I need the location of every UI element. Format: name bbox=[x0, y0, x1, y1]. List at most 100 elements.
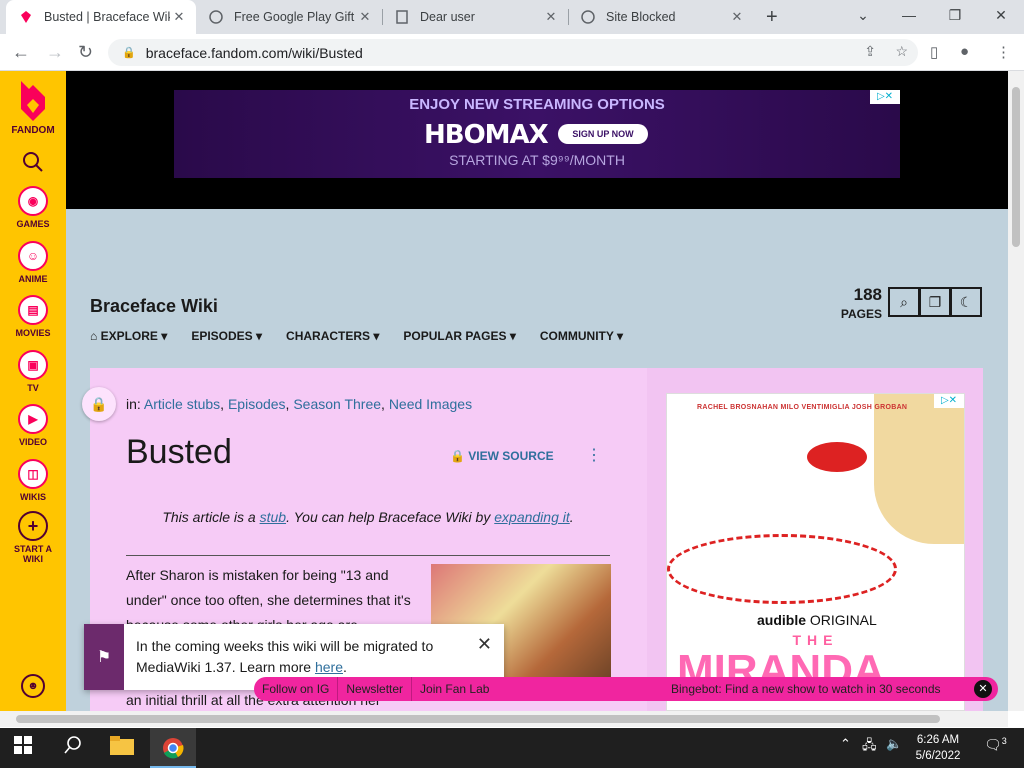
sidebar-item-label: VIDEO bbox=[18, 437, 47, 447]
category-link[interactable]: Season Three bbox=[293, 396, 381, 412]
expand-link[interactable]: expanding it bbox=[494, 509, 570, 525]
globe-icon bbox=[580, 9, 596, 25]
category-link[interactable]: Article stubs bbox=[144, 396, 220, 412]
browser-tab-bar: Busted | Braceface Wiki | F ✕ Free Googl… bbox=[0, 0, 1024, 34]
fandom-brand-label: FANDOM bbox=[11, 125, 55, 136]
ad-choices-close-icon[interactable]: ▷✕ bbox=[870, 90, 900, 104]
notification-center-icon[interactable]: 🗨3 bbox=[984, 736, 1007, 754]
windows-start-icon[interactable] bbox=[14, 736, 32, 759]
ad-art bbox=[807, 442, 867, 472]
stub-notice: This article is a stub. You can help Bra… bbox=[162, 509, 574, 525]
tab-google-play[interactable]: Free Google Play Gift C ✕ bbox=[196, 0, 382, 34]
system-clock[interactable]: 6:26 AM 5/6/2022 bbox=[910, 732, 966, 764]
sidebar-item-anime[interactable]: ☺ ANIME bbox=[0, 241, 66, 284]
sidebar-item-label: GAMES bbox=[16, 219, 50, 229]
tray-chevron-icon[interactable]: ⌃ bbox=[840, 736, 851, 752]
file-explorer-icon[interactable] bbox=[110, 736, 134, 761]
search-icon: ⌕ bbox=[900, 293, 908, 310]
restore-icon[interactable]: ❐ bbox=[932, 0, 978, 30]
close-window-icon[interactable]: ✕ bbox=[978, 0, 1024, 30]
tab-site-blocked[interactable]: Site Blocked ✕ bbox=[568, 0, 754, 34]
nav-characters[interactable]: CHARACTERS ▾ bbox=[286, 329, 379, 343]
view-source-button[interactable]: 🔒 VIEW SOURCE bbox=[450, 449, 554, 463]
forward-icon[interactable]: → bbox=[46, 42, 64, 63]
chrome-taskbar-icon[interactable] bbox=[150, 728, 196, 768]
fandom-bottom-bar: Follow on IG Newsletter Join Fan Lab Bin… bbox=[254, 677, 998, 701]
nav-popular-pages[interactable]: POPULAR PAGES ▾ bbox=[403, 329, 515, 343]
divider bbox=[126, 555, 610, 556]
back-icon[interactable]: ← bbox=[12, 42, 30, 63]
sidebar-item-label: MOVIES bbox=[15, 328, 51, 338]
category-link[interactable]: Episodes bbox=[228, 396, 286, 412]
learn-more-link[interactable]: here bbox=[315, 659, 343, 675]
volume-icon[interactable]: 🔈 bbox=[886, 736, 902, 752]
sidebar-item-wikis[interactable]: ◫ WIKIS bbox=[0, 459, 66, 502]
audible-ad[interactable]: RACHEL BROSNAHAN MILO VENTIMIGLIA JOSH G… bbox=[666, 393, 965, 711]
side-panel-icon[interactable]: ▯ bbox=[930, 43, 938, 61]
tab-busted[interactable]: Busted | Braceface Wiki | F ✕ bbox=[6, 0, 196, 34]
sidebar-item-tv[interactable]: ▣ TV bbox=[0, 350, 66, 393]
follow-ig-link[interactable]: Follow on IG bbox=[254, 677, 339, 701]
new-tab-icon[interactable]: + bbox=[766, 6, 778, 29]
nav-community[interactable]: COMMUNITY ▾ bbox=[540, 329, 623, 343]
share-icon[interactable]: ⇪ bbox=[864, 43, 876, 60]
wiki-search-button[interactable]: ⌕ bbox=[888, 287, 920, 317]
sidebar-item-start-a-wiki[interactable]: + START A WIKI bbox=[0, 511, 66, 564]
windows-taskbar: ⌃ 🖧 🔈 6:26 AM 5/6/2022 🗨3 bbox=[0, 728, 1024, 768]
close-icon[interactable]: ✕ bbox=[477, 634, 492, 655]
join-fan-lab-link[interactable]: Join Fan Lab bbox=[412, 677, 497, 701]
bingebot-link[interactable]: Bingebot: Find a new show to watch in 30… bbox=[671, 677, 941, 701]
sign-up-button[interactable]: SIGN UP NOW bbox=[558, 124, 648, 144]
address-bar[interactable]: 🔒 braceface.fandom.com/wiki/Busted ⇪ ☆ bbox=[108, 39, 918, 66]
sidebar-item-games[interactable]: ◉ GAMES bbox=[0, 186, 66, 229]
network-icon[interactable]: 🖧 bbox=[862, 736, 877, 758]
nav-episodes[interactable]: EPISODES ▾ bbox=[191, 329, 262, 343]
search-button[interactable] bbox=[0, 151, 66, 175]
category-link[interactable]: Need Images bbox=[389, 396, 472, 412]
tab-dear-user[interactable]: Dear user ✕ bbox=[382, 0, 568, 34]
horizontal-scrollbar[interactable] bbox=[0, 711, 1008, 727]
minimize-icon[interactable]: — bbox=[886, 0, 932, 30]
vertical-scrollbar[interactable] bbox=[1008, 71, 1024, 711]
film-icon: ▤ bbox=[18, 295, 48, 325]
tab-title: Busted | Braceface Wiki | F bbox=[44, 10, 170, 24]
browser-toolbar: ← → ↻ 🔒 braceface.fandom.com/wiki/Busted… bbox=[0, 34, 1024, 71]
notice-text: In the coming weeks this wiki will be mi… bbox=[136, 638, 434, 675]
sidebar-item-movies[interactable]: ▤ MOVIES bbox=[0, 295, 66, 338]
reload-icon[interactable]: ↻ bbox=[78, 42, 93, 63]
hbomax-ad[interactable]: ENJOY NEW STREAMING OPTIONS HBOMAX SIGN … bbox=[174, 90, 900, 178]
more-actions-icon[interactable]: ⋮ bbox=[586, 445, 602, 465]
page-count-label: PAGES bbox=[840, 307, 882, 321]
menu-icon[interactable]: ⋮ bbox=[996, 43, 1011, 61]
account-icon[interactable]: ☻ bbox=[21, 674, 45, 698]
ad-choices-close-icon[interactable]: ▷✕ bbox=[934, 394, 964, 408]
page-count-number: 188 bbox=[853, 285, 882, 304]
categories-prefix: in: bbox=[126, 396, 141, 412]
article-categories: in: Article stubs, Episodes, Season Thre… bbox=[126, 396, 473, 412]
profile-icon[interactable]: ● bbox=[960, 43, 969, 60]
tab-search-icon[interactable]: ⌄ bbox=[840, 0, 886, 30]
sidebar-item-label: START A WIKI bbox=[14, 544, 52, 564]
protection-lock-icon[interactable]: 🔒 bbox=[82, 387, 116, 421]
close-tab-icon[interactable]: ✕ bbox=[542, 9, 560, 25]
nav-explore[interactable]: ⌂ EXPLORE ▾ bbox=[90, 329, 167, 343]
sidebar-item-label: ANIME bbox=[18, 274, 48, 284]
anime-face-icon: ☺ bbox=[18, 241, 48, 271]
fandom-favicon-icon bbox=[18, 9, 34, 25]
tab-title: Site Blocked bbox=[606, 10, 676, 24]
close-tab-icon[interactable]: ✕ bbox=[728, 9, 746, 25]
stub-link[interactable]: stub bbox=[260, 509, 286, 525]
audible-logo: audible ORIGINAL bbox=[757, 612, 877, 628]
search-icon[interactable] bbox=[64, 736, 82, 759]
newsletter-link[interactable]: Newsletter bbox=[338, 677, 413, 701]
wiki-title[interactable]: Braceface Wiki bbox=[90, 296, 218, 317]
sidebar-item-video[interactable]: ▶ VIDEO bbox=[0, 404, 66, 447]
close-tab-icon[interactable]: ✕ bbox=[356, 9, 374, 25]
bookmark-star-icon[interactable]: ☆ bbox=[895, 43, 908, 60]
theme-toggle-button[interactable]: ☾ bbox=[950, 287, 982, 317]
fandom-logo[interactable]: FANDOM bbox=[0, 79, 66, 136]
discussions-button[interactable]: ❐ bbox=[919, 287, 951, 317]
close-tab-icon[interactable]: ✕ bbox=[170, 9, 188, 25]
close-icon[interactable]: ✕ bbox=[974, 680, 992, 698]
ad-price: STARTING AT $9⁹⁹/MONTH bbox=[449, 152, 625, 168]
